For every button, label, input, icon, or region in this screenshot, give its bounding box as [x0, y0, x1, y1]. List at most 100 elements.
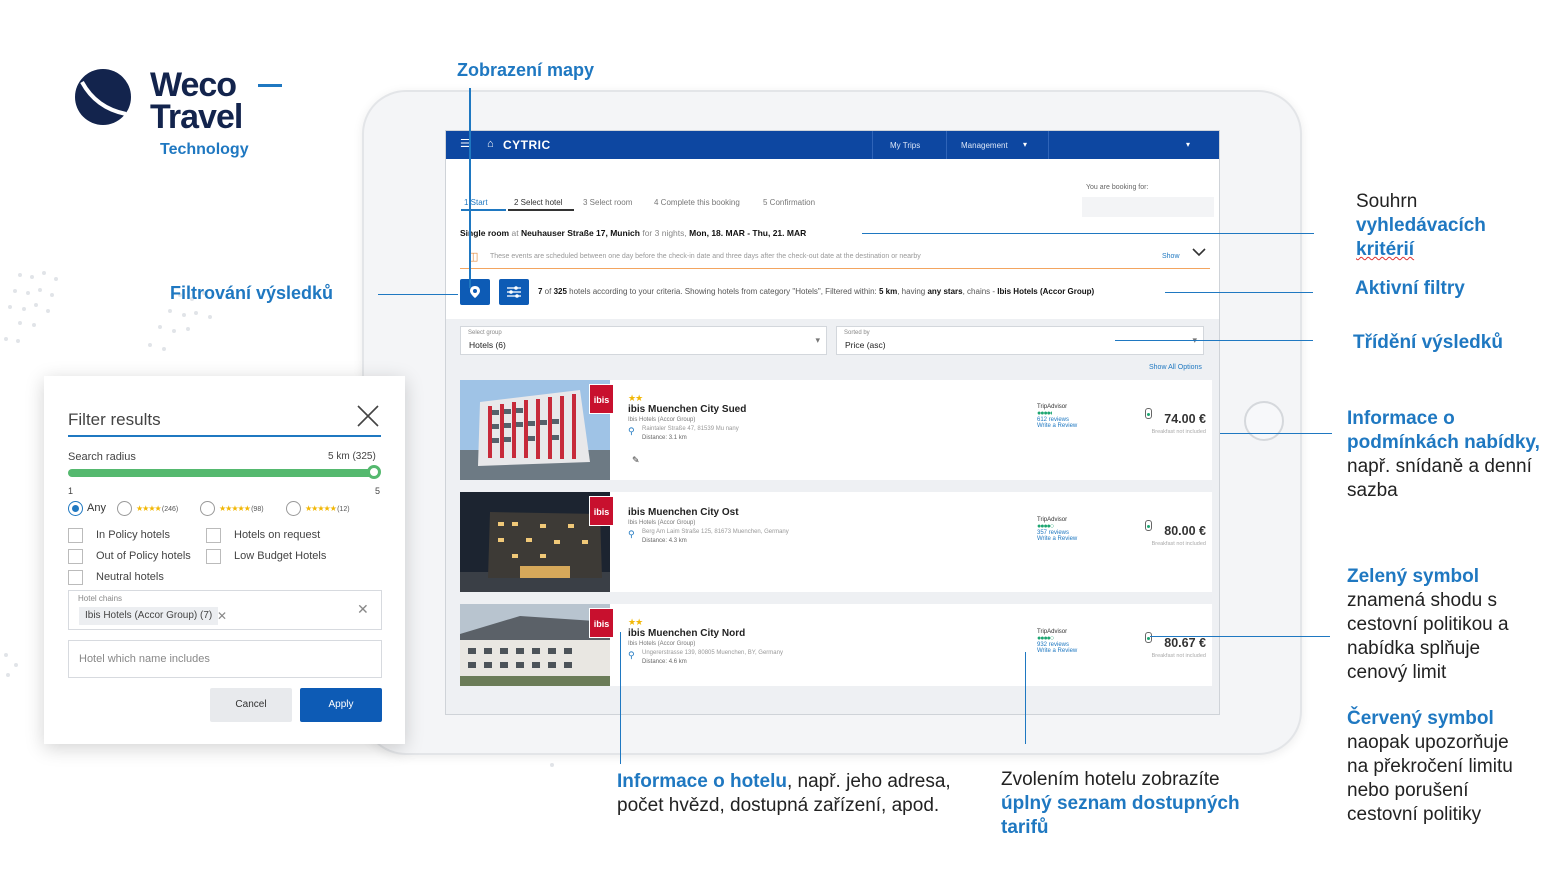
hotel-price[interactable]: 80.00 € — [1164, 524, 1206, 538]
events-show-link[interactable]: Show — [1162, 253, 1180, 260]
tripadvisor-rating[interactable]: TripAdvisor ●●●●◐ 612 reviews Write a Re… — [1037, 404, 1077, 429]
out-of-policy-label: Out of Policy hotels — [96, 550, 191, 562]
write-review-link[interactable]: Write a Review — [1037, 648, 1077, 654]
hotel-photo[interactable] — [460, 604, 610, 686]
star-filter-any-radio[interactable] — [68, 501, 83, 516]
logo-accent-bar — [258, 84, 282, 87]
sort-by-caption: Sorted by — [844, 330, 870, 336]
events-notice: These events are scheduled between one d… — [490, 253, 921, 260]
annotation-red-symbol: Červený symbol naopak upozorňuje na přek… — [1347, 708, 1513, 825]
hotel-name-placeholder: Hotel which name includes — [79, 653, 210, 665]
in-policy-label: In Policy hotels — [96, 529, 170, 541]
chevron-down-icon[interactable] — [1192, 247, 1206, 257]
map-view-button[interactable] — [460, 279, 490, 305]
hotel-name[interactable]: ibis Muenchen City Ost — [628, 507, 739, 518]
star-filter-5-radio[interactable] — [200, 501, 215, 516]
hotel-address: Ungererstrasse 139, 80805 Muenchen, BY, … — [642, 650, 783, 656]
on-request-checkbox[interactable] — [206, 528, 221, 543]
hotel-card[interactable]: ibis ★★ ibis Muenchen City Sued Ibis Hot… — [460, 380, 1212, 480]
tripadvisor-rating[interactable]: TripAdvisor ●●●●○ 932 reviews Write a Re… — [1037, 629, 1077, 654]
show-all-options-link[interactable]: Show All Options — [1149, 364, 1202, 371]
write-review-link[interactable]: Write a Review — [1037, 536, 1077, 542]
select-group-dropdown[interactable]: Select group Hotels (6) ▾ — [460, 326, 827, 355]
slider-min-label: 1 — [68, 486, 74, 496]
hotel-name-input[interactable]: Hotel which name includes — [68, 640, 382, 678]
clear-icon[interactable]: ✕ — [357, 601, 369, 618]
step-complete-booking: 4 Complete this booking — [654, 198, 740, 207]
hotel-chain: Ibis Hotels (Accor Group) — [628, 520, 696, 526]
logo-wordmark-line2: Travel — [150, 98, 243, 136]
cancel-button[interactable]: Cancel — [210, 688, 292, 722]
nav-my-trips[interactable]: My Trips — [890, 141, 920, 150]
neutral-label: Neutral hotels — [96, 571, 164, 583]
callout-line — [469, 88, 471, 288]
hotel-stars: ★★ — [628, 617, 643, 627]
app-logo[interactable]: CYTRIC — [503, 138, 551, 152]
policy-status-icon — [1145, 632, 1152, 643]
annotation-map-view: Zobrazení mapy — [457, 60, 595, 80]
hotel-card[interactable]: ibis ibis Muenchen City Ost Ibis Hotels … — [460, 492, 1212, 592]
close-icon[interactable] — [356, 404, 380, 428]
annotation-hotel-info: Informace o hotelu, např. jeho adresa, p… — [617, 771, 951, 816]
hotel-chains-field[interactable]: Hotel chains Ibis Hotels (Accor Group) (… — [68, 590, 382, 630]
step-active-indicator — [461, 209, 506, 211]
hotel-price[interactable]: 74.00 € — [1164, 412, 1206, 426]
hotel-address: Berg Am Laim Straße 125, 81673 Muenchen,… — [642, 529, 789, 535]
weco-logo-icon — [75, 69, 131, 125]
ibis-logo: ibis — [589, 608, 614, 638]
user-menu-chevron-icon[interactable]: ▾ — [1186, 140, 1190, 149]
nav-management[interactable]: Management — [961, 141, 1008, 150]
annotation-filtering: Filtrování výsledků — [170, 283, 334, 303]
rating-dots: ●●●●◐ — [1037, 410, 1054, 417]
hotel-chain: Ibis Hotels (Accor Group) — [628, 641, 696, 647]
star-filter-any-label: Any — [87, 502, 106, 514]
app-top-bar: ☰ ⌂ CYTRIC My Trips Management ▾ ▾ — [446, 131, 1219, 159]
breakfast-info: Breakfast not included — [1151, 653, 1206, 659]
callout-line — [1165, 292, 1313, 293]
search-radius-slider[interactable] — [68, 469, 378, 477]
annotation-sorting: Třídění výsledků — [1353, 332, 1503, 353]
hotel-chains-label: Hotel chains — [78, 594, 123, 603]
slider-handle[interactable] — [367, 465, 381, 479]
apply-button[interactable]: Apply — [300, 688, 382, 722]
filter-button[interactable] — [499, 279, 529, 305]
nav-divider — [946, 131, 947, 159]
callout-line — [1220, 433, 1332, 434]
star-filter-4-radio[interactable] — [117, 501, 132, 516]
rating-dots: ●●●●○ — [1037, 523, 1054, 530]
hotel-card[interactable]: ibis ★★ ibis Muenchen City Nord Ibis Hot… — [460, 604, 1212, 686]
star-filter-5-plus-radio[interactable] — [286, 501, 301, 516]
hotel-name[interactable]: ibis Muenchen City Nord — [628, 628, 745, 639]
search-radius-value: 5 km (325) — [328, 451, 376, 462]
booking-for-field[interactable] — [1082, 197, 1214, 217]
low-budget-checkbox[interactable] — [206, 549, 221, 564]
neutral-checkbox[interactable] — [68, 570, 83, 585]
select-group-caption: Select group — [468, 330, 502, 336]
slider-max-label: 5 — [375, 486, 381, 496]
events-divider — [460, 268, 1210, 269]
hotel-photo[interactable] — [460, 492, 610, 592]
callout-line — [862, 233, 1314, 234]
map-pin-icon — [470, 286, 480, 298]
filter-panel-title: Filter results — [68, 410, 161, 429]
write-review-link[interactable]: Write a Review — [1037, 423, 1077, 429]
step-select-room: 3 Select room — [583, 198, 633, 207]
chevron-down-icon: ▾ — [815, 335, 820, 345]
hotel-distance: Distance: 3.1 km — [642, 435, 687, 441]
chip-remove-icon[interactable]: ✕ — [217, 607, 227, 625]
hotel-address: Raintaler Straße 47, 81539 Mu nany — [642, 426, 739, 432]
hotel-chain: Ibis Hotels (Accor Group) — [628, 417, 696, 423]
breakfast-info: Breakfast not included — [1151, 429, 1206, 435]
hotel-photo[interactable] — [460, 380, 610, 480]
in-policy-checkbox[interactable] — [68, 528, 83, 543]
step-select-hotel[interactable]: 2 Select hotel — [514, 198, 562, 207]
out-of-policy-checkbox[interactable] — [68, 549, 83, 564]
hotel-name[interactable]: ibis Muenchen City Sued — [628, 404, 746, 415]
step-start[interactable]: 1 Start — [464, 198, 488, 207]
annotation-search-summary: Souhrn vyhledávacích kritérií — [1356, 191, 1486, 260]
tripadvisor-rating[interactable]: TripAdvisor ●●●●○ 357 reviews Write a Re… — [1037, 517, 1077, 542]
home-icon[interactable]: ⌂ — [487, 138, 494, 150]
hotel-price[interactable]: 80.67 € — [1164, 636, 1206, 650]
annotation-offer-info: Informace o podmínkách nabídky, např. sn… — [1347, 408, 1540, 501]
on-request-label: Hotels on request — [234, 529, 321, 541]
